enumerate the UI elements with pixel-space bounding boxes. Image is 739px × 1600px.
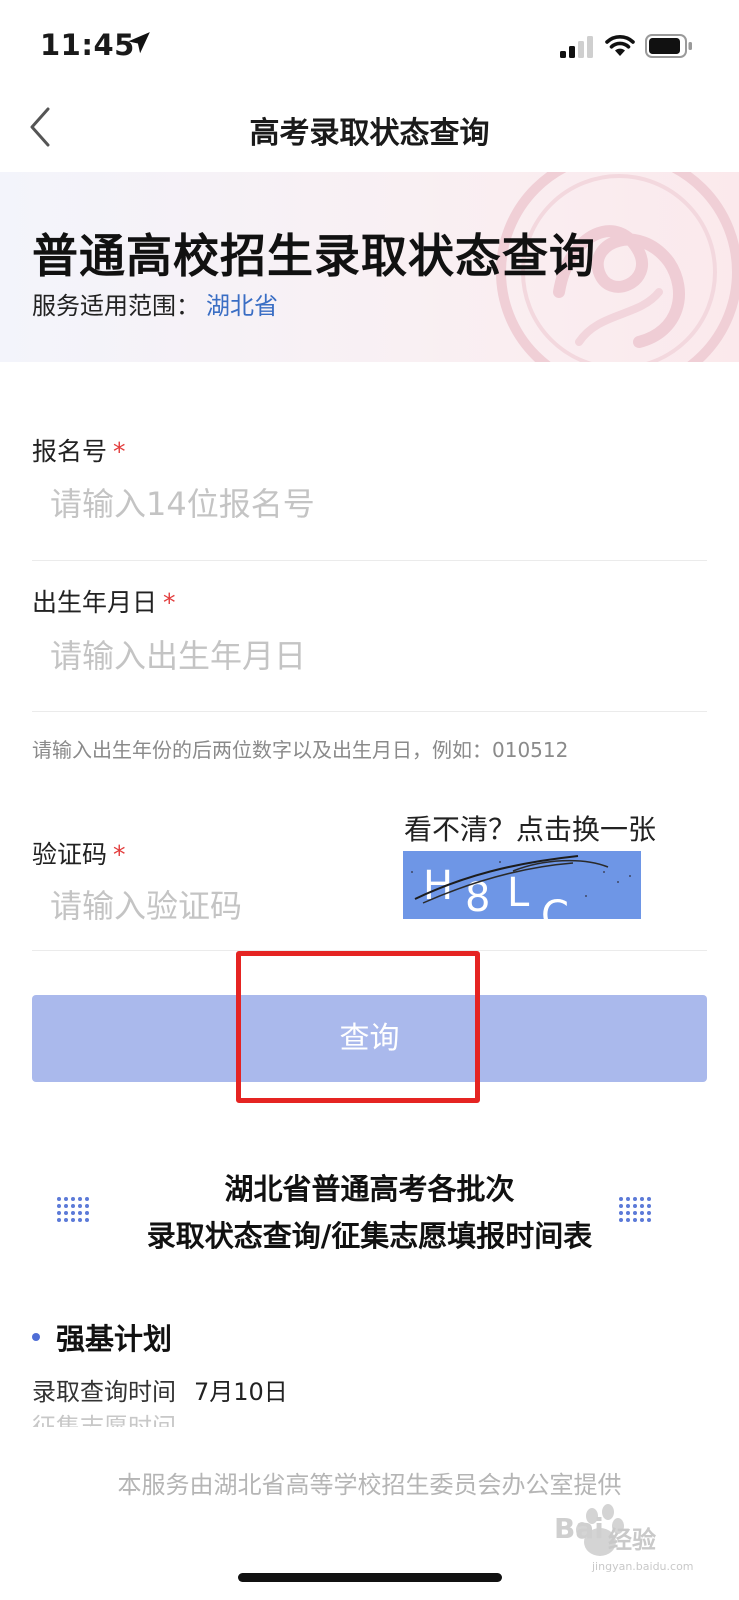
wifi-icon bbox=[605, 35, 635, 56]
home-indicator bbox=[238, 1573, 502, 1582]
svg-text:Bai: Bai bbox=[554, 1512, 604, 1545]
birthdate-label-text: 出生年月日 bbox=[32, 588, 158, 617]
scope-label: 服务适用范围： bbox=[32, 292, 200, 320]
plan-name: 强基计划 bbox=[56, 1322, 173, 1356]
captcha-input[interactable] bbox=[50, 884, 380, 928]
reg-number-input[interactable] bbox=[50, 482, 380, 526]
watermark-brand: 经验 bbox=[608, 1526, 656, 1554]
reg-number-label: 报名号 * bbox=[32, 432, 126, 468]
captcha-noise-icon: H 8 L C bbox=[411, 855, 631, 919]
required-mark: * bbox=[113, 840, 126, 869]
reg-number-label-text: 报名号 bbox=[32, 437, 108, 466]
divider bbox=[32, 711, 707, 712]
banner-title: 普通高校招生录取状态查询 bbox=[32, 229, 596, 283]
birthdate-input[interactable] bbox=[50, 634, 380, 678]
refresh-captcha-link[interactable]: 看不清？点击换一张 bbox=[404, 808, 656, 848]
captcha-char-1: H bbox=[423, 863, 453, 909]
query-time-row: 录取查询时间 7月10日 bbox=[32, 1372, 288, 1407]
captcha-chars: H 8 L C bbox=[423, 863, 569, 919]
query-time-value: 7月10日 bbox=[194, 1378, 288, 1406]
header-banner: 普通高校招生录取状态查询 服务适用范围： 湖北省 bbox=[0, 172, 739, 362]
birthdate-hint: 请输入出生年份的后两位数字以及出生月日，例如：010512 bbox=[32, 738, 569, 762]
captcha-label-text: 验证码 bbox=[32, 840, 108, 869]
captcha-label: 验证码 * bbox=[32, 835, 126, 871]
annotation-highlight-box bbox=[236, 951, 480, 1103]
battery-icon bbox=[645, 34, 692, 58]
watermark-url: jingyan.baidu.com bbox=[592, 1560, 694, 1573]
birthdate-label: 出生年月日 * bbox=[32, 583, 176, 619]
status-time: 11:45 bbox=[40, 28, 135, 62]
scope-value: 湖北省 bbox=[206, 292, 278, 320]
next-row-partial: 征集志愿时间 bbox=[32, 1414, 176, 1427]
captcha-char-3: L bbox=[507, 870, 530, 916]
captcha-char-4: C bbox=[541, 893, 569, 919]
footer-note: 本服务由湖北省高等学校招生委员会办公室提供 bbox=[117, 1471, 622, 1499]
required-mark: * bbox=[163, 588, 176, 617]
divider bbox=[32, 560, 707, 561]
cellular-signal-icon bbox=[560, 36, 593, 58]
dots-decoration-icon bbox=[619, 1197, 651, 1222]
location-arrow-icon bbox=[128, 32, 150, 54]
query-time-label: 录取查询时间 bbox=[32, 1378, 176, 1406]
page-title: 高考录取状态查询 bbox=[249, 116, 490, 151]
captcha-image[interactable]: H 8 L C bbox=[403, 851, 641, 919]
required-mark: * bbox=[113, 437, 126, 466]
service-scope: 服务适用范围： 湖北省 bbox=[32, 286, 278, 321]
bullet-icon bbox=[32, 1333, 40, 1341]
